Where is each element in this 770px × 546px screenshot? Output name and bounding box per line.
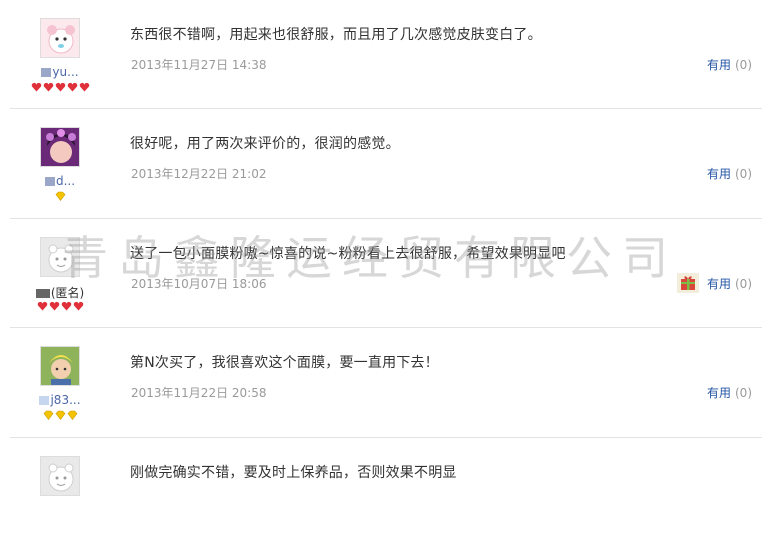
avatar[interactable] bbox=[40, 456, 80, 496]
review-content: 第N次买了，我很喜欢这个面膜，要一直用下去！ bbox=[130, 355, 439, 371]
user-level-badges bbox=[10, 410, 110, 420]
user-level-badges bbox=[10, 82, 110, 92]
review-time: 2013年10月07日 18:06 bbox=[131, 277, 267, 291]
helpful-button[interactable]: 有用 (0) bbox=[707, 165, 752, 182]
helpful-count: (0) bbox=[735, 58, 752, 72]
red-heart-icon bbox=[37, 301, 47, 311]
helpful-count: (0) bbox=[735, 277, 752, 291]
red-heart-icon bbox=[61, 301, 71, 311]
helpful-button[interactable]: 有用 (0) bbox=[707, 275, 752, 292]
helpful-label[interactable]: 有用 bbox=[707, 58, 731, 72]
gold-diamond-icon bbox=[55, 410, 65, 420]
review-content: 刚做完确实不错，要及时上保养品，否则效果不明显 bbox=[130, 465, 457, 481]
username[interactable]: j83... bbox=[18, 393, 102, 407]
helpful-label[interactable]: 有用 bbox=[707, 167, 731, 181]
username[interactable]: d... bbox=[18, 174, 102, 188]
avatar[interactable] bbox=[40, 346, 80, 386]
red-heart-icon bbox=[73, 301, 83, 311]
review-item: d... 很好呢，用了两次来评价的，很润的感觉。 2013年12月22日 21:… bbox=[10, 109, 762, 219]
gift-icon[interactable] bbox=[677, 273, 699, 293]
review-item: (匿名) 送了一包小面膜粉嗷~惊喜的说~粉粉看上去很舒服，希望效果明显吧 201… bbox=[10, 219, 762, 328]
helpful-label[interactable]: 有用 bbox=[707, 386, 731, 400]
review-time: 2013年11月22日 20:58 bbox=[131, 386, 267, 400]
review-content: 送了一包小面膜粉嗷~惊喜的说~粉粉看上去很舒服，希望效果明显吧 bbox=[130, 246, 566, 262]
username[interactable]: (匿名) bbox=[18, 284, 102, 301]
red-heart-icon bbox=[43, 82, 53, 92]
helpful-button[interactable]: 有用 (0) bbox=[707, 56, 752, 73]
gold-diamond-icon bbox=[43, 410, 53, 420]
avatar[interactable] bbox=[40, 237, 80, 277]
helpful-count: (0) bbox=[735, 386, 752, 400]
user-level-badges bbox=[10, 301, 110, 311]
gold-diamond-icon bbox=[55, 191, 65, 201]
red-heart-icon bbox=[79, 82, 89, 92]
red-heart-icon bbox=[55, 82, 65, 92]
avatar[interactable] bbox=[40, 18, 80, 58]
review-list: yu... 东西很不错啊，用起来也很舒服，而且用了几次感觉皮肤变白了。 2013… bbox=[10, 0, 762, 546]
helpful-label[interactable]: 有用 bbox=[707, 277, 731, 291]
user-level-badges bbox=[10, 191, 110, 201]
helpful-count: (0) bbox=[735, 167, 752, 181]
review-content: 东西很不错啊，用起来也很舒服，而且用了几次感觉皮肤变白了。 bbox=[130, 27, 542, 43]
review-time: 2013年11月27日 14:38 bbox=[131, 58, 267, 72]
red-heart-icon bbox=[31, 82, 41, 92]
review-item: 刚做完确实不错，要及时上保养品，否则效果不明显 bbox=[10, 438, 762, 546]
red-heart-icon bbox=[49, 301, 59, 311]
username[interactable]: yu... bbox=[18, 65, 102, 79]
avatar[interactable] bbox=[40, 127, 80, 167]
review-item: j83... 第N次买了，我很喜欢这个面膜，要一直用下去！ 2013年11月22… bbox=[10, 328, 762, 438]
review-content: 很好呢，用了两次来评价的，很润的感觉。 bbox=[130, 136, 400, 152]
gold-diamond-icon bbox=[67, 410, 77, 420]
review-item: yu... 东西很不错啊，用起来也很舒服，而且用了几次感觉皮肤变白了。 2013… bbox=[10, 0, 762, 109]
review-time: 2013年12月22日 21:02 bbox=[131, 167, 267, 181]
helpful-button[interactable]: 有用 (0) bbox=[707, 384, 752, 401]
red-heart-icon bbox=[67, 82, 77, 92]
